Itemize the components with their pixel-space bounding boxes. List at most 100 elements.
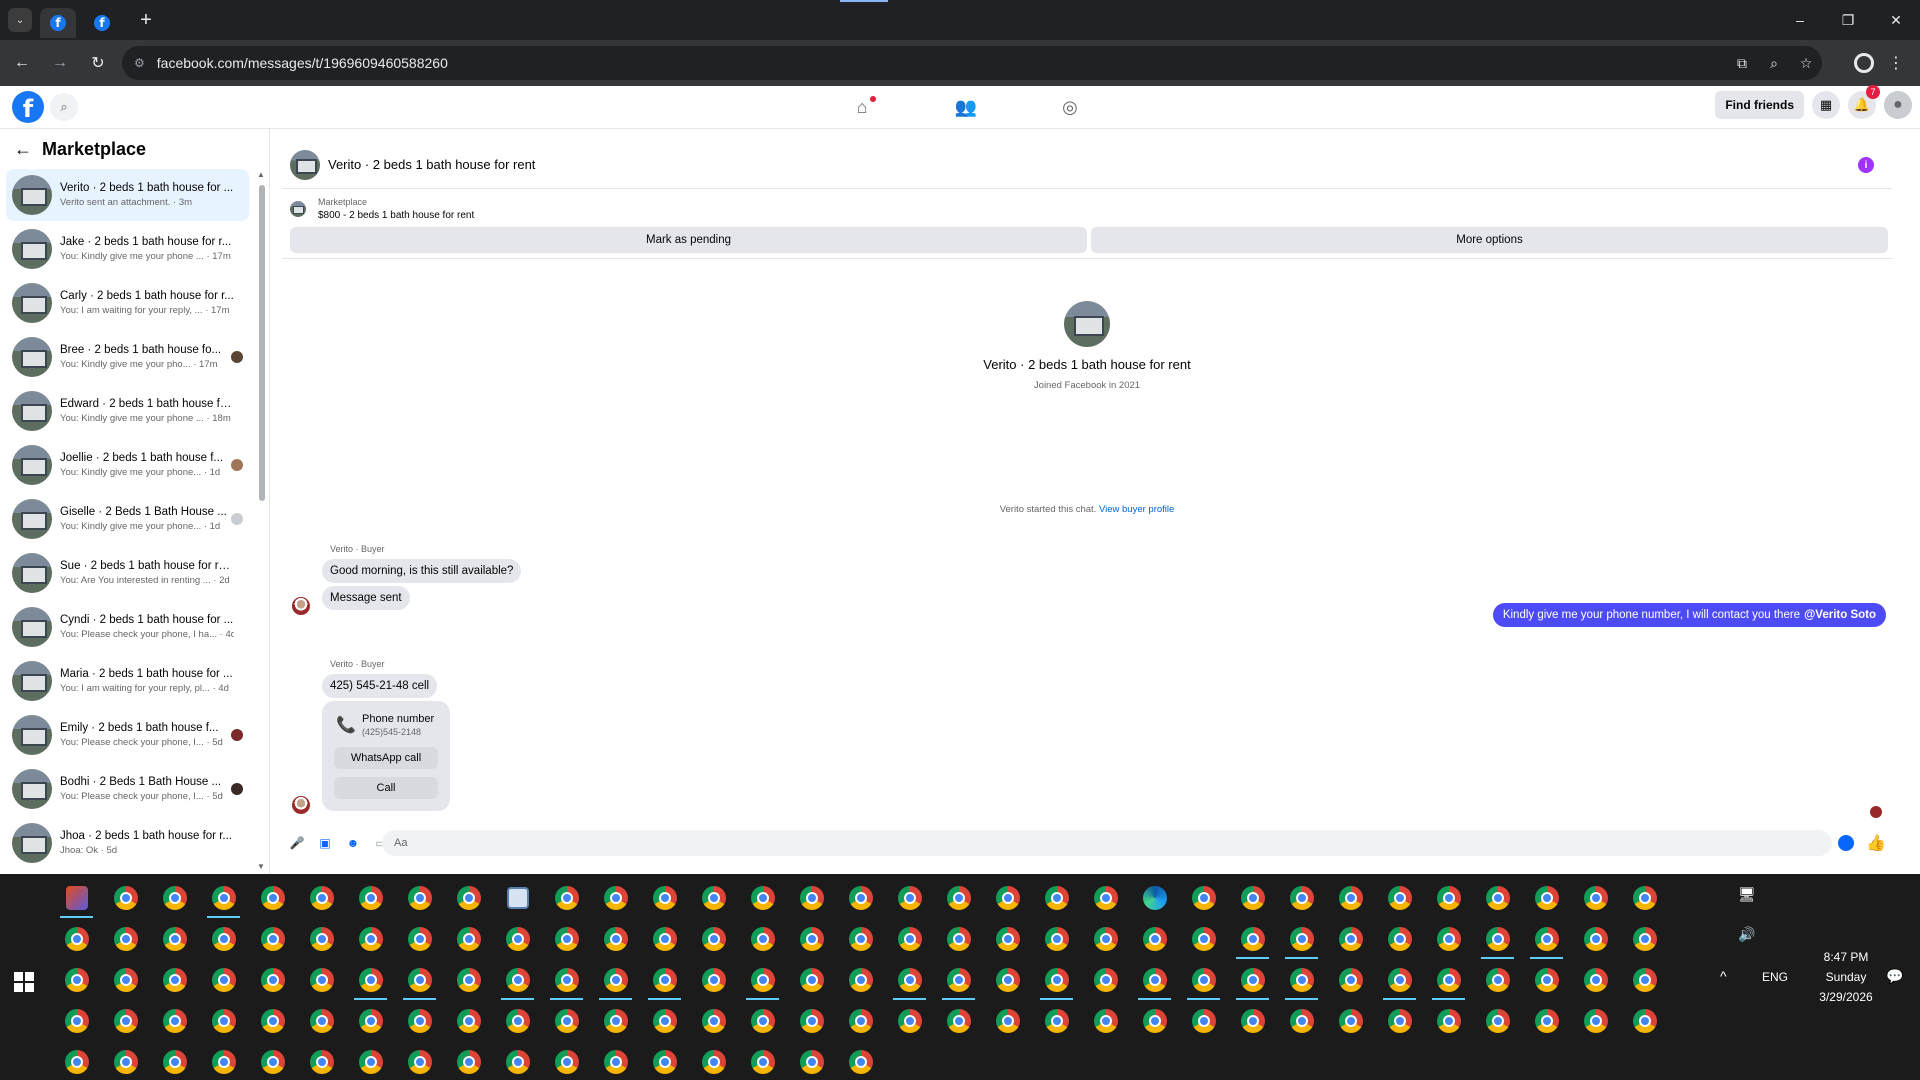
taskbar-chrome-button[interactable] <box>199 919 248 959</box>
listing-thumbnail[interactable] <box>290 149 320 180</box>
taskbar-chrome-button[interactable] <box>248 919 297 959</box>
taskbar-chrome-button[interactable] <box>1277 960 1326 1000</box>
taskbar-chrome-button[interactable] <box>346 878 395 918</box>
sender-avatar[interactable] <box>292 796 310 814</box>
taskbar-chrome-button[interactable] <box>1424 919 1473 959</box>
taskbar-chrome-button[interactable] <box>689 1001 738 1041</box>
taskbar-chrome-button[interactable] <box>1522 878 1571 918</box>
forward-button[interactable]: → <box>44 47 76 79</box>
thumbs-up-icon[interactable]: 👍 <box>1866 833 1886 853</box>
conversation-item[interactable]: Jake · 2 beds 1 bath house for r... You: … <box>6 223 249 275</box>
menu-grid-icon[interactable]: ▦ <box>1812 91 1840 119</box>
whatsapp-call-button[interactable]: WhatsApp call <box>334 747 438 769</box>
scroll-down-arrow[interactable]: ▼ <box>257 862 265 871</box>
taskbar-chrome-button[interactable] <box>395 878 444 918</box>
windows-start-icon[interactable] <box>14 972 34 992</box>
taskbar-chrome-button[interactable] <box>1179 919 1228 959</box>
taskbar-chrome-button[interactable] <box>934 1001 983 1041</box>
taskbar-chrome-button[interactable] <box>787 878 836 918</box>
taskbar-chrome-button[interactable] <box>689 919 738 959</box>
taskbar-chrome-button[interactable] <box>640 960 689 1000</box>
taskbar-chrome-button[interactable] <box>640 919 689 959</box>
notifications-bell-icon[interactable]: 🔔 7 <box>1848 85 1880 119</box>
taskbar-chrome-button[interactable] <box>1228 919 1277 959</box>
taskbar-chrome-button[interactable] <box>1571 919 1620 959</box>
taskbar-chrome-button[interactable] <box>52 1042 101 1080</box>
info-icon[interactable]: i <box>1858 157 1874 173</box>
volume-icon[interactable]: 🔊 <box>1738 926 1755 943</box>
taskbar-chrome-button[interactable] <box>836 960 885 1000</box>
taskbar-chrome-button[interactable] <box>1228 878 1277 918</box>
clock-date[interactable]: 3/29/2026 <box>1806 990 1886 1004</box>
taskbar-chrome-button[interactable] <box>591 960 640 1000</box>
attach-image-icon[interactable]: ▣ <box>312 830 338 856</box>
taskbar-chrome-button[interactable] <box>444 878 493 918</box>
conversation-item[interactable]: Maria · 2 beds 1 bath house for ... You: … <box>6 655 249 707</box>
taskbar-chrome-button[interactable] <box>738 878 787 918</box>
back-button[interactable]: ← <box>6 47 38 79</box>
taskbar-chrome-button[interactable] <box>52 960 101 1000</box>
taskbar-chrome-button[interactable] <box>1277 878 1326 918</box>
taskbar-chrome-button[interactable] <box>885 919 934 959</box>
taskbar-chrome-button[interactable] <box>689 878 738 918</box>
chat-title[interactable]: Verito · 2 beds 1 bath house for rent <box>328 157 535 172</box>
taskbar-chrome-button[interactable] <box>150 1042 199 1080</box>
message-bubble[interactable]: Message sent <box>322 586 410 610</box>
taskbar-chrome-button[interactable] <box>1424 878 1473 918</box>
taskbar-chrome-button[interactable] <box>297 960 346 1000</box>
taskbar-chrome-button[interactable] <box>444 1001 493 1041</box>
taskbar-chrome-button[interactable] <box>1473 919 1522 959</box>
chevron-up-icon[interactable]: ^ <box>1720 968 1727 984</box>
taskbar-chrome-button[interactable] <box>1032 878 1081 918</box>
tab-facebook-2[interactable]: f <box>84 8 120 38</box>
notification-center-icon[interactable]: 💬 <box>1886 968 1903 985</box>
search-icon[interactable]: ⌕ <box>50 93 78 121</box>
taskbar-chrome-button[interactable] <box>542 1001 591 1041</box>
taskbar-chrome-button[interactable] <box>591 1001 640 1041</box>
minimize-button[interactable]: – <box>1776 0 1824 40</box>
sticker-icon[interactable]: ☻ <box>340 830 366 856</box>
taskbar-chrome-button[interactable] <box>297 919 346 959</box>
taskbar-chrome-button[interactable] <box>983 960 1032 1000</box>
profile-avatar[interactable] <box>1064 301 1110 347</box>
tab-search-dropdown[interactable]: ⌄ <box>8 8 32 32</box>
taskbar-chrome-button[interactable] <box>199 960 248 1000</box>
taskbar-chrome-button[interactable] <box>1228 960 1277 1000</box>
extension-icon[interactable] <box>1848 48 1880 78</box>
taskbar-chrome-button[interactable] <box>395 960 444 1000</box>
taskbar-chrome-button[interactable] <box>1424 1001 1473 1041</box>
taskbar-chrome-button[interactable] <box>444 960 493 1000</box>
taskbar-chrome-button[interactable] <box>787 960 836 1000</box>
conversation-item[interactable]: Edward · 2 beds 1 bath house fo... You: K… <box>6 385 249 437</box>
taskbar-chrome-button[interactable] <box>542 960 591 1000</box>
taskbar-chrome-button[interactable] <box>199 1001 248 1041</box>
call-button[interactable]: Call <box>334 777 438 799</box>
view-buyer-profile-link[interactable]: View buyer profile <box>1099 504 1174 515</box>
sidebar-scrollbar-thumb[interactable] <box>259 185 265 501</box>
taskbar-chrome-button[interactable] <box>1130 960 1179 1000</box>
conversation-item[interactable]: Emily · 2 beds 1 bath house f... You: Ple… <box>6 709 249 761</box>
conversation-item[interactable]: Verito · 2 beds 1 bath house for ... Veri… <box>6 169 249 221</box>
bookmark-star-icon[interactable]: ☆ <box>1790 55 1822 72</box>
scroll-up-arrow[interactable]: ▲ <box>257 170 265 179</box>
taskbar-app-button[interactable] <box>493 878 542 918</box>
taskbar-chrome-button[interactable] <box>542 878 591 918</box>
taskbar-chrome-button[interactable] <box>1473 1001 1522 1041</box>
taskbar-chrome-button[interactable] <box>885 878 934 918</box>
taskbar-chrome-button[interactable] <box>1326 878 1375 918</box>
message-input[interactable]: Aa <box>382 830 1832 856</box>
clock-time[interactable]: 8:47 PM <box>1806 950 1886 964</box>
reload-button[interactable]: ↻ <box>82 47 114 79</box>
conversation-item[interactable]: Sue · 2 beds 1 bath house for rent You: A… <box>6 547 249 599</box>
taskbar-chrome-button[interactable] <box>1522 960 1571 1000</box>
taskbar-chrome-button[interactable] <box>101 919 150 959</box>
taskbar-chrome-button[interactable] <box>1032 1001 1081 1041</box>
friends-icon[interactable]: 👥 <box>914 86 1018 129</box>
taskbar-chrome-button[interactable] <box>1032 960 1081 1000</box>
taskbar-chrome-button[interactable] <box>493 919 542 959</box>
taskbar-chrome-button[interactable] <box>836 878 885 918</box>
taskbar-chrome-button[interactable] <box>738 1001 787 1041</box>
taskbar-chrome-button[interactable] <box>1081 960 1130 1000</box>
taskbar-chrome-button[interactable] <box>1571 1001 1620 1041</box>
taskbar-chrome-button[interactable] <box>640 1042 689 1080</box>
